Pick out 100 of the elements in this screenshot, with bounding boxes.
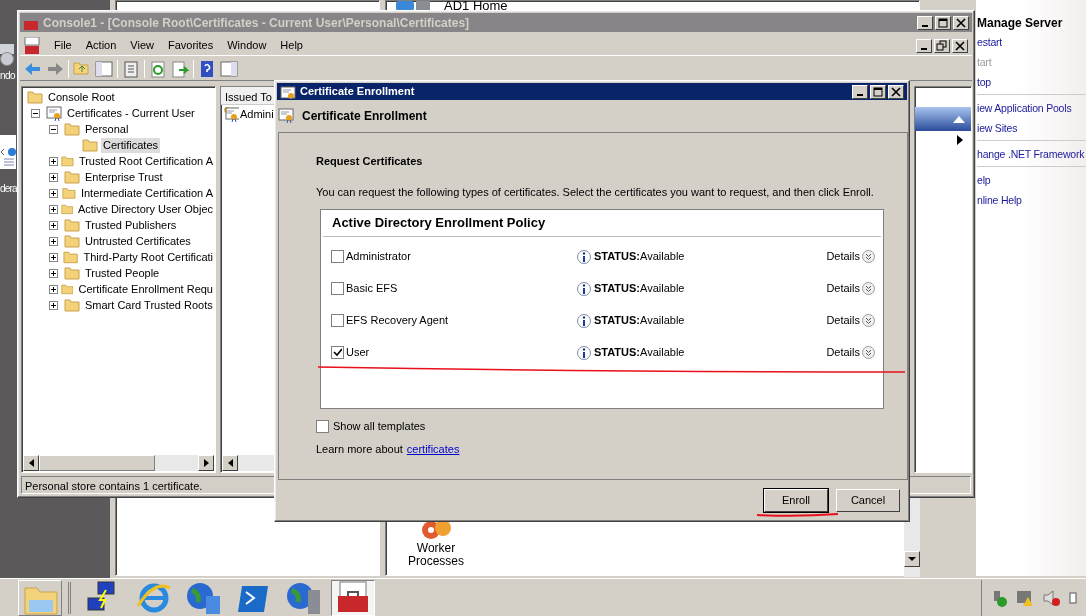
desktop-icon-label[interactable]: ndo — [0, 68, 16, 83]
left-arrow-icon — [28, 459, 34, 467]
certificates-link[interactable]: certificates — [406, 441, 460, 458]
clipboard-icon[interactable] — [122, 59, 140, 78]
menu-item[interactable]: Window — [227, 37, 267, 54]
details-link[interactable]: Details — [826, 248, 860, 265]
folder-icon — [64, 233, 80, 249]
console-tree-icon[interactable] — [95, 59, 113, 78]
details-link[interactable]: Details — [826, 344, 860, 361]
status-value: Available — [640, 281, 686, 297]
tree-item[interactable]: Trusted People — [83, 265, 162, 281]
refresh-icon[interactable] — [149, 59, 167, 78]
checkbox[interactable] — [316, 419, 329, 433]
expand-icon[interactable] — [862, 250, 875, 263]
close-button[interactable] — [953, 15, 969, 30]
close-button[interactable] — [888, 84, 904, 99]
expand-icon[interactable] — [49, 300, 58, 310]
status-value: Available — [640, 249, 686, 265]
tree-item[interactable]: Enterprise Trust — [83, 169, 165, 185]
collapse-icon[interactable] — [31, 108, 40, 118]
folder-icon — [27, 89, 43, 105]
minimize-button[interactable] — [916, 38, 932, 53]
tree-item[interactable]: Trusted Root Certification A — [76, 153, 215, 169]
close-button[interactable] — [952, 38, 968, 53]
minimize-icon — [921, 48, 927, 50]
taskbar-button[interactable] — [331, 579, 375, 616]
details-link[interactable]: Details — [826, 312, 860, 329]
feature-label[interactable]: Worker Processes — [401, 542, 471, 568]
restore-icon — [936, 39, 948, 52]
info-icon — [577, 248, 591, 265]
expand-icon[interactable] — [49, 220, 58, 230]
status-label: STATUS: — [594, 249, 641, 265]
expand-icon[interactable] — [862, 314, 875, 327]
scroll-left-button[interactable] — [222, 455, 238, 471]
action-link[interactable]: elp — [977, 170, 1086, 190]
list-cell[interactable]: Admini — [240, 105, 274, 123]
expand-icon[interactable] — [49, 268, 58, 278]
minimize-button[interactable] — [852, 84, 868, 99]
tree-item[interactable]: Certificates — [101, 137, 161, 153]
scroll-down-button[interactable] — [904, 551, 920, 567]
expand-icon[interactable] — [862, 282, 875, 295]
maximize-button[interactable] — [935, 15, 951, 30]
expand-icon[interactable] — [49, 252, 58, 262]
tree-item[interactable]: Untrusted Certificates — [83, 233, 193, 249]
speaker-icon[interactable] — [1042, 588, 1060, 607]
scroll-left-button[interactable] — [23, 455, 39, 471]
expand-icon[interactable] — [49, 284, 58, 294]
more-actions-icon[interactable] — [957, 135, 963, 145]
action-link[interactable]: top — [977, 72, 1086, 92]
action-link[interactable]: nline Help — [977, 190, 1086, 210]
collapse-icon[interactable] — [49, 124, 58, 134]
template-name: EFS Recovery Agent — [345, 313, 450, 329]
tree-item[interactable]: Trusted Publishers — [83, 217, 179, 233]
checkbox[interactable] — [331, 282, 344, 295]
certificate-icon — [278, 107, 296, 125]
scrollbar-thumb[interactable] — [39, 455, 155, 471]
checkbox[interactable] — [331, 250, 344, 263]
folder-icon — [64, 169, 80, 185]
action-link[interactable]: iew Application Pools — [977, 98, 1086, 118]
menu-item[interactable]: Help — [280, 37, 303, 54]
menu-item[interactable]: Favorites — [167, 37, 214, 54]
menu-item[interactable]: View — [130, 37, 154, 54]
expand-icon[interactable] — [49, 188, 58, 198]
checkbox[interactable] — [331, 346, 344, 359]
dialog-button[interactable]: Enroll — [764, 489, 828, 512]
actions-title: Manage Server — [977, 15, 1064, 32]
warning-icon[interactable] — [1016, 588, 1034, 607]
expand-icon[interactable] — [49, 236, 58, 246]
tree-item[interactable]: Intermediate Certification A — [78, 185, 215, 201]
menu-item[interactable]: File — [54, 37, 72, 54]
menu-item[interactable]: Action — [85, 37, 117, 54]
action-link[interactable]: estart — [977, 32, 1086, 52]
expand-icon[interactable] — [49, 204, 58, 214]
scroll-right-button[interactable] — [198, 455, 214, 471]
tree-item[interactable]: Active Directory User Objec — [75, 201, 215, 217]
details-link[interactable]: Details — [826, 280, 860, 297]
help-icon[interactable] — [198, 59, 216, 78]
status-value: Available — [640, 345, 686, 361]
tree-item[interactable]: Third-Party Root Certificati — [81, 249, 215, 265]
action-link[interactable]: hange .NET Framework — [977, 144, 1086, 164]
tree-item[interactable]: Certificates - Current User — [65, 105, 197, 121]
tree-item[interactable]: Certificate Enrollment Requ — [76, 281, 215, 297]
expand-icon[interactable] — [862, 346, 875, 359]
dialog-button[interactable]: Cancel — [836, 489, 900, 512]
desktop-icon-label[interactable]: dera — [0, 181, 17, 196]
action-link[interactable]: iew Sites — [977, 118, 1086, 138]
export-icon[interactable] — [171, 59, 189, 78]
minimize-button[interactable] — [917, 15, 933, 30]
expand-icon[interactable] — [49, 172, 58, 182]
maximize-button[interactable] — [870, 84, 886, 99]
expand-icon[interactable] — [49, 156, 58, 166]
tree-item[interactable]: Personal — [83, 121, 131, 137]
checkbox[interactable] — [331, 314, 344, 327]
console-icon[interactable] — [24, 36, 40, 55]
folder-icon — [60, 281, 74, 297]
certificate-icon — [280, 84, 296, 99]
tree-item[interactable]: Smart Card Trusted Roots — [83, 297, 215, 313]
maximize-icon — [937, 16, 949, 29]
tree-item[interactable]: Console Root — [46, 89, 117, 105]
restore-button[interactable] — [934, 38, 950, 53]
